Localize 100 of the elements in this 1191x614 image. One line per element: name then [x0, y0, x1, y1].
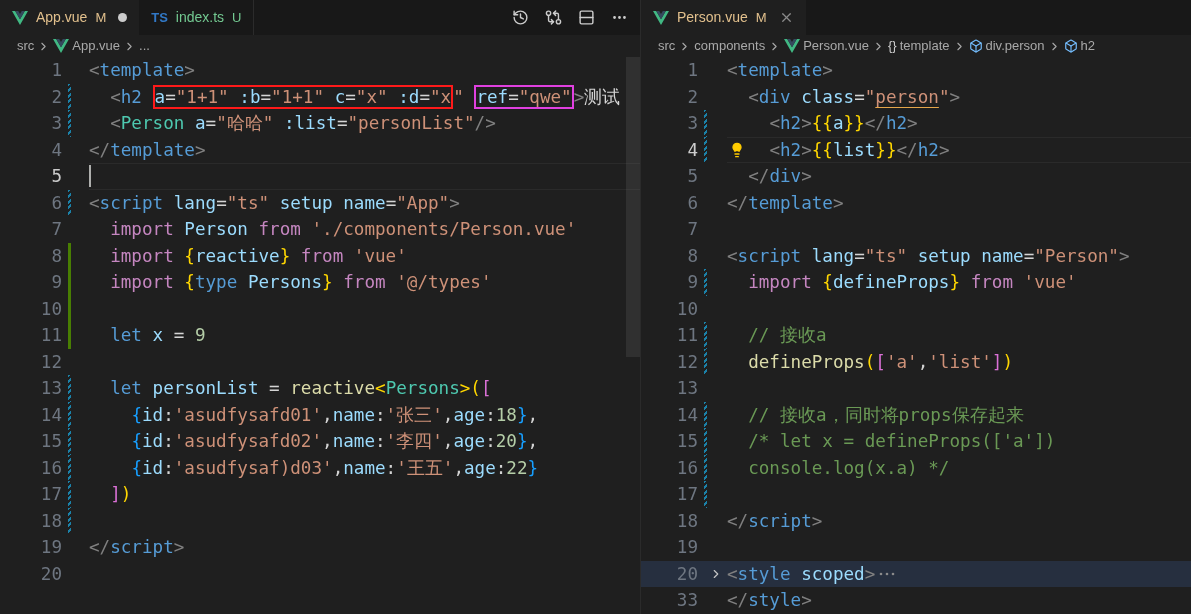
code-line: import {reactive} from 'vue'	[110, 244, 407, 268]
code-line: import Person from './components/Person.vue'	[110, 218, 577, 242]
line-number: 11	[675, 324, 698, 348]
line-number: 20	[675, 562, 698, 586]
line-number: 5	[686, 165, 698, 189]
code-line: </div>	[748, 165, 812, 189]
compare-changes-icon[interactable]	[545, 9, 562, 26]
git-status-label: M	[95, 8, 107, 27]
line-number: 19	[675, 536, 698, 560]
line-number: 2	[686, 85, 698, 109]
vue-icon	[784, 39, 801, 53]
line-number: 4	[50, 138, 62, 162]
editor-tab[interactable]: Person.vue M	[641, 0, 806, 35]
code-line: </template>	[89, 138, 206, 162]
history-icon[interactable]	[512, 9, 529, 26]
scrollbar-thumb[interactable]	[626, 57, 640, 357]
code-line: // 接收a	[748, 324, 827, 348]
line-number: 1	[50, 59, 62, 83]
code-line: <script lang="ts" setup name="App">	[89, 191, 460, 215]
code-line: {id:'asudfysafd02',name:'李四',age:20},	[131, 430, 539, 454]
breadcrumb-item[interactable]: src	[658, 36, 676, 56]
code-line: import {defineProps} from 'vue'	[748, 271, 1077, 295]
code-line: // 接收a，同时将props保存起来	[748, 403, 1024, 427]
text-cursor	[89, 165, 91, 188]
line-number: 15	[675, 430, 698, 454]
code-line: console.log(x.a) */	[748, 456, 950, 480]
code-line: <style scoped>	[727, 562, 876, 586]
git-status-label: U	[232, 8, 242, 27]
code-line: </style>	[727, 589, 812, 613]
line-number: 8	[50, 244, 62, 268]
line-number: 12	[39, 350, 62, 374]
code-line: import {type Persons} from '@/types'	[110, 271, 492, 295]
braces-icon: {}	[887, 36, 897, 56]
tab-label: Person.vue	[677, 8, 748, 27]
tab-label: index.ts	[175, 8, 225, 27]
code-line: defineProps(['a','list'])	[748, 350, 1014, 374]
line-number: 16	[675, 456, 698, 480]
line-number: 10	[39, 297, 62, 321]
highlight-box: ref="qwe"	[474, 84, 574, 109]
line-number: 4	[686, 138, 698, 162]
code-line: {id:'asudfysaf)d03',name:'王五',age:22}	[131, 456, 539, 480]
line-number: 17	[675, 483, 698, 507]
vue-icon	[653, 10, 669, 25]
code-line: <template>	[89, 59, 195, 83]
code-line: <h2>{{a}}</h2>	[769, 112, 918, 136]
vue-icon	[53, 39, 70, 53]
editor-tab[interactable]: App.vue M	[0, 0, 140, 35]
code-line: ])	[110, 483, 132, 507]
folded-ellipsis-icon[interactable]	[879, 571, 896, 576]
highlight-box: a="1+1" :b="1+1" c="x" :d="x	[152, 84, 454, 109]
line-number: 3	[686, 112, 698, 136]
tab-label: App.vue	[36, 8, 88, 27]
line-number: 17	[39, 483, 62, 507]
line-number: 9	[50, 271, 62, 295]
breadcrumb-item[interactable]: template	[899, 36, 950, 56]
code-line: <Person a="哈哈" :list="personList"/>	[110, 112, 496, 136]
line-number: 20	[39, 562, 62, 586]
code-line: let personList = reactive<Persons>([	[110, 377, 492, 401]
cube-icon	[1063, 39, 1078, 53]
line-number: 3	[50, 112, 62, 136]
line-number: 18	[675, 509, 698, 533]
line-number: 18	[39, 509, 62, 533]
code-line: <template>	[727, 59, 833, 83]
breadcrumb-item[interactable]: src	[17, 36, 35, 56]
code-line: <h2 a="1+1" :b="1+1" c="x" :d="x" ref="qwe">测试	[110, 83, 621, 110]
line-number: 33	[675, 589, 698, 613]
line-number: 12	[675, 350, 698, 374]
line-number: 14	[39, 403, 62, 427]
breadcrumb-item[interactable]: div.person	[985, 36, 1045, 56]
code-line: </script>	[727, 509, 823, 533]
code-line: {id:'asudfysafd01',name:'张三',age:18},	[131, 403, 539, 427]
split-editor-icon[interactable]	[578, 9, 595, 26]
line-number: 7	[686, 218, 698, 242]
code-line: <h2>{{list}}</h2>	[769, 138, 950, 162]
line-number: 6	[686, 191, 698, 215]
breadcrumb-item[interactable]: App.vue	[72, 36, 121, 56]
line-number: 9	[686, 271, 698, 295]
line-number: 7	[50, 218, 62, 242]
breadcrumb-item[interactable]: Person.vue	[803, 36, 869, 56]
lightbulb-icon[interactable]	[729, 141, 745, 158]
typescript-icon: TS	[151, 7, 168, 28]
line-number: 11	[39, 324, 62, 348]
line-number: 2	[50, 85, 62, 109]
line-number: 13	[39, 377, 62, 401]
code-line: </script>	[89, 536, 185, 560]
breadcrumb-item[interactable]: components	[694, 36, 766, 56]
line-number: 6	[50, 191, 62, 215]
breadcrumb-item[interactable]: h2	[1080, 36, 1095, 56]
code-line: /* let x = defineProps(['a'])	[748, 430, 1056, 454]
code-line: <div class="person">	[748, 85, 961, 109]
code-line: </template>	[727, 191, 844, 215]
line-number: 1	[686, 59, 698, 83]
line-number: 5	[50, 165, 62, 189]
line-number: 8	[686, 244, 698, 268]
line-number: 14	[675, 403, 698, 427]
code-line: let x = 9	[110, 324, 206, 348]
cube-icon	[968, 39, 983, 53]
git-status-label: M	[755, 8, 767, 27]
breadcrumb-item[interactable]: ...	[139, 36, 150, 56]
vue-icon	[12, 10, 28, 25]
